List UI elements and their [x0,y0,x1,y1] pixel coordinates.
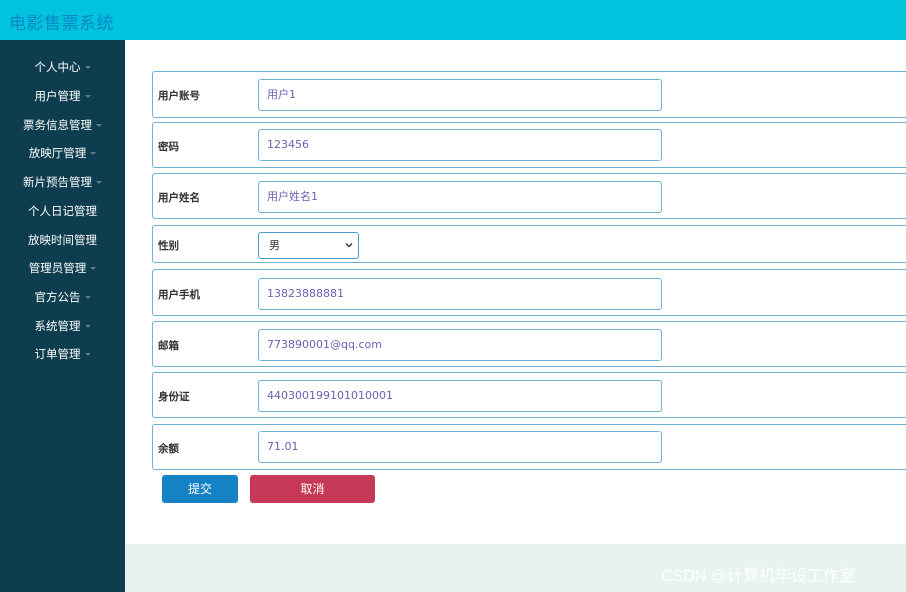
sidebar-item-label: 用户管理 [34,89,81,103]
password-input[interactable]: 123456 [258,129,662,161]
form-row-account: 用户账号 用户1 [152,71,906,118]
cancel-button[interactable]: 取消 [250,475,375,503]
gender-select[interactable]: 男 [258,232,359,259]
app-title: 电影售票系统 [9,14,114,34]
sidebar-item-label: 放映时间管理 [28,233,97,247]
sidebar-item-diary-management[interactable]: 个人日记管理 [0,201,125,221]
sidebar-item-label: 管理员管理 [28,261,87,275]
form-row-phone: 用户手机 13823888881 [152,269,906,316]
balance-label: 余额 [158,443,179,455]
sidebar-item-hall-management[interactable]: 放映厅管理 [0,143,125,163]
sidebar-item-trailer-management[interactable]: 新片预告管理 [0,172,125,192]
top-bar: 电影售票系统 [0,0,906,40]
name-label: 用户姓名 [158,192,200,204]
sidebar-item-personal-center[interactable]: 个人中心 [0,57,125,77]
email-label: 邮箱 [158,340,179,352]
sidebar: 个人中心 用户管理 票务信息管理 放映厅管理 新片预告管理 个人日记管理 放映时… [0,40,125,592]
caret-down-icon [84,296,91,299]
balance-input[interactable]: 71.01 [258,431,662,463]
form-row-password: 密码 123456 [152,122,906,168]
form-row-name: 用户姓名 用户姓名1 [152,173,906,219]
sidebar-item-label: 放映厅管理 [28,146,87,160]
sidebar-item-label: 个人日记管理 [28,204,97,218]
sidebar-item-label: 票务信息管理 [23,118,92,132]
sidebar-item-label: 订单管理 [34,347,81,361]
watermark: CSDN @计算机毕设工作室 [661,568,856,585]
sidebar-item-label: 新片预告管理 [23,175,92,189]
account-input[interactable]: 用户1 [258,79,662,111]
sidebar-item-label: 个人中心 [34,60,81,74]
caret-down-icon [90,152,97,155]
email-input[interactable]: 773890001@qq.com [258,329,662,361]
gender-label: 性别 [158,240,179,252]
phone-label: 用户手机 [158,289,200,301]
sidebar-item-showtime-management[interactable]: 放映时间管理 [0,230,125,250]
sidebar-item-system-management[interactable]: 系统管理 [0,316,125,336]
caret-down-icon [84,95,91,98]
chevron-down-icon [345,243,353,248]
caret-down-icon [84,325,91,328]
caret-down-icon [84,66,91,69]
sidebar-item-user-management[interactable]: 用户管理 [0,86,125,106]
form-row-balance: 余额 71.01 [152,424,906,470]
sidebar-item-announcements[interactable]: 官方公告 [0,287,125,307]
form-row-idcard: 身份证 440300199101010001 [152,372,906,418]
caret-down-icon [96,124,102,127]
idcard-label: 身份证 [158,391,190,403]
gender-select-value: 男 [269,239,280,252]
password-label: 密码 [158,141,179,153]
sidebar-item-label: 官方公告 [34,290,81,304]
idcard-input[interactable]: 440300199101010001 [258,380,662,412]
caret-down-icon [90,267,97,270]
caret-down-icon [84,353,91,356]
account-label: 用户账号 [158,90,200,102]
sidebar-item-label: 系统管理 [34,319,81,333]
sidebar-item-ticket-info[interactable]: 票务信息管理 [0,115,125,135]
form-row-gender: 性别 男 [152,225,906,263]
caret-down-icon [96,181,102,184]
phone-input[interactable]: 13823888881 [258,278,662,310]
submit-button[interactable]: 提交 [162,475,238,503]
sidebar-item-admin-management[interactable]: 管理员管理 [0,258,125,278]
form-row-email: 邮箱 773890001@qq.com [152,321,906,367]
name-input[interactable]: 用户姓名1 [258,181,662,213]
sidebar-item-order-management[interactable]: 订单管理 [0,344,125,364]
